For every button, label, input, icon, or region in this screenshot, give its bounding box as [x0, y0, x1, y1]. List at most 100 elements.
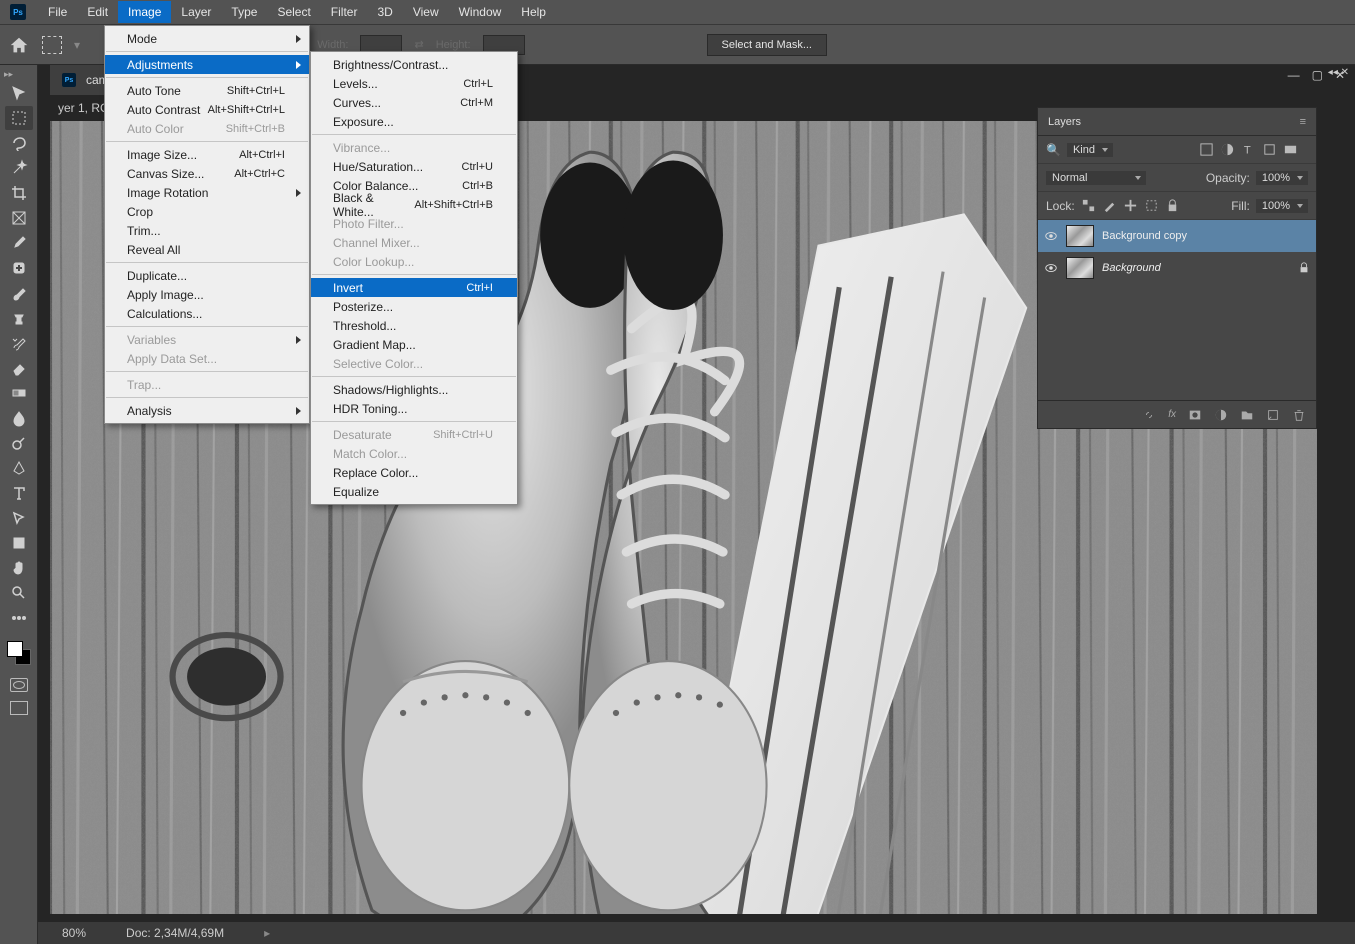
menuitem-reveal-all[interactable]: Reveal All — [105, 240, 309, 259]
menuitem-black-white[interactable]: Black & White...Alt+Shift+Ctrl+B — [311, 195, 517, 214]
menuitem-equalize[interactable]: Equalize — [311, 482, 517, 501]
history-brush-tool[interactable] — [5, 331, 33, 355]
select-and-mask-button[interactable]: Select and Mask... — [707, 34, 828, 56]
menu-type[interactable]: Type — [221, 1, 267, 23]
menuitem-auto-contrast[interactable]: Auto ContrastAlt+Shift+Ctrl+L — [105, 100, 309, 119]
more-tools[interactable] — [5, 606, 33, 630]
group-icon[interactable] — [1240, 408, 1254, 422]
move-tool[interactable] — [5, 81, 33, 105]
lock-all-icon[interactable] — [1165, 198, 1180, 213]
zoom-tool[interactable] — [5, 581, 33, 605]
wand-tool[interactable] — [5, 156, 33, 180]
adjustment-layer-icon[interactable] — [1214, 408, 1228, 422]
zoom-level[interactable]: 80% — [62, 926, 86, 940]
eraser-tool[interactable] — [5, 356, 33, 380]
doc-info[interactable]: Doc: 2,34M/4,69M — [126, 926, 224, 940]
lock-position-icon[interactable] — [1123, 198, 1138, 213]
filter-type-icon[interactable]: T — [1241, 142, 1256, 157]
menuitem-invert[interactable]: InvertCtrl+I — [311, 278, 517, 297]
blur-tool[interactable] — [5, 406, 33, 430]
menu-file[interactable]: File — [38, 1, 77, 23]
menu-edit[interactable]: Edit — [77, 1, 118, 23]
fill-input[interactable]: 100% — [1256, 199, 1308, 213]
mask-icon[interactable] — [1188, 408, 1202, 422]
window-maximize-icon[interactable]: ▢ — [1312, 68, 1323, 82]
swap-wh-icon[interactable]: ⇄ — [414, 38, 423, 51]
home-icon[interactable] — [8, 35, 30, 55]
heal-tool[interactable] — [5, 256, 33, 280]
hand-tool[interactable] — [5, 556, 33, 580]
menuitem-apply-image[interactable]: Apply Image... — [105, 285, 309, 304]
type-tool[interactable] — [5, 481, 33, 505]
menuitem-replace-color[interactable]: Replace Color... — [311, 463, 517, 482]
layer-row[interactable]: Background — [1038, 252, 1316, 284]
new-layer-icon[interactable] — [1266, 408, 1280, 422]
menu-view[interactable]: View — [403, 1, 449, 23]
menuitem-brightness-contrast[interactable]: Brightness/Contrast... — [311, 55, 517, 74]
layers-tab[interactable]: Layers — [1048, 116, 1081, 128]
quickmask-icon[interactable] — [10, 678, 28, 692]
menuitem-analysis[interactable]: Analysis — [105, 401, 309, 420]
menu-filter[interactable]: Filter — [321, 1, 368, 23]
menuitem-auto-tone[interactable]: Auto ToneShift+Ctrl+L — [105, 81, 309, 100]
layer-filter-select[interactable]: Kind — [1067, 143, 1113, 157]
lock-transparency-icon[interactable] — [1081, 198, 1096, 213]
delete-layer-icon[interactable] — [1292, 408, 1306, 422]
toolbar-expand-icon[interactable]: ▸▸ — [0, 69, 13, 80]
menuitem-posterize[interactable]: Posterize... — [311, 297, 517, 316]
pen-tool[interactable] — [5, 456, 33, 480]
crop-tool[interactable] — [5, 181, 33, 205]
filter-smart-icon[interactable] — [1283, 142, 1298, 157]
visibility-icon[interactable] — [1044, 229, 1058, 243]
opacity-input[interactable]: 100% — [1256, 171, 1308, 185]
layer-name[interactable]: Background — [1102, 262, 1161, 274]
panel-menu-icon[interactable]: ≡ — [1300, 116, 1306, 128]
menu-layer[interactable]: Layer — [171, 1, 221, 23]
screenmode-icon[interactable] — [10, 701, 28, 715]
menuitem-trim[interactable]: Trim... — [105, 221, 309, 240]
filter-pixel-icon[interactable] — [1199, 142, 1214, 157]
blend-mode-select[interactable]: Normal — [1046, 171, 1146, 185]
marquee-tool-icon[interactable] — [42, 36, 62, 54]
menuitem-gradient-map[interactable]: Gradient Map... — [311, 335, 517, 354]
brush-tool[interactable] — [5, 281, 33, 305]
panel-collapse-icon[interactable]: ◂◂ ✕ — [1328, 67, 1349, 78]
menuitem-canvas-size[interactable]: Canvas Size...Alt+Ctrl+C — [105, 164, 309, 183]
menuitem-image-size[interactable]: Image Size...Alt+Ctrl+I — [105, 145, 309, 164]
dodge-tool[interactable] — [5, 431, 33, 455]
lock-artboard-icon[interactable] — [1144, 198, 1159, 213]
visibility-icon[interactable] — [1044, 261, 1058, 275]
menuitem-threshold[interactable]: Threshold... — [311, 316, 517, 335]
lasso-tool[interactable] — [5, 131, 33, 155]
marquee-tool[interactable] — [5, 106, 33, 130]
color-swatches[interactable] — [7, 641, 31, 665]
gradient-tool[interactable] — [5, 381, 33, 405]
menuitem-hdr-toning[interactable]: HDR Toning... — [311, 399, 517, 418]
menuitem-curves[interactable]: Curves...Ctrl+M — [311, 93, 517, 112]
layer-row[interactable]: Background copy — [1038, 220, 1316, 252]
menuitem-mode[interactable]: Mode — [105, 29, 309, 48]
menu-help[interactable]: Help — [511, 1, 556, 23]
frame-tool[interactable] — [5, 206, 33, 230]
menu-3d[interactable]: 3D — [367, 1, 402, 23]
window-minimize-icon[interactable]: — — [1288, 68, 1300, 82]
menuitem-crop[interactable]: Crop — [105, 202, 309, 221]
menu-select[interactable]: Select — [267, 1, 320, 23]
path-select-tool[interactable] — [5, 506, 33, 530]
filter-adjust-icon[interactable] — [1220, 142, 1235, 157]
menuitem-levels[interactable]: Levels...Ctrl+L — [311, 74, 517, 93]
link-layers-icon[interactable] — [1142, 408, 1156, 422]
layer-thumbnail[interactable] — [1066, 225, 1094, 247]
menu-window[interactable]: Window — [449, 1, 512, 23]
menuitem-duplicate[interactable]: Duplicate... — [105, 266, 309, 285]
lock-paint-icon[interactable] — [1102, 198, 1117, 213]
layer-name[interactable]: Background copy — [1102, 230, 1187, 242]
menuitem-image-rotation[interactable]: Image Rotation — [105, 183, 309, 202]
fx-icon[interactable]: fx — [1168, 409, 1176, 420]
menuitem-shadows-highlights[interactable]: Shadows/Highlights... — [311, 380, 517, 399]
menuitem-calculations[interactable]: Calculations... — [105, 304, 309, 323]
eyedropper-tool[interactable] — [5, 231, 33, 255]
layer-thumbnail[interactable] — [1066, 257, 1094, 279]
menuitem-adjustments[interactable]: Adjustments — [105, 55, 309, 74]
shape-tool[interactable] — [5, 531, 33, 555]
